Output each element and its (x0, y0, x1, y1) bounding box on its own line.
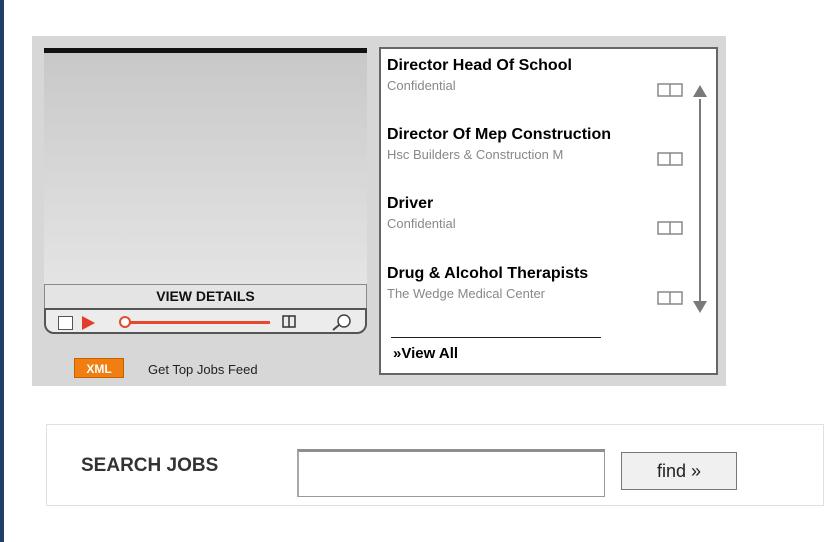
top-jobs-feed-link[interactable]: Get Top Jobs Feed (148, 362, 258, 377)
magnifier-icon[interactable] (320, 312, 356, 332)
book-icon[interactable] (657, 221, 683, 235)
player-controls (44, 308, 367, 334)
job-item[interactable]: Director Head Of School Confidential (387, 57, 687, 93)
video-player: VIEW DETAILS (44, 48, 367, 334)
job-list: Director Head Of School Confidential Dir… (379, 47, 718, 375)
progress-knob[interactable] (119, 316, 131, 328)
arrow-up-icon[interactable] (693, 85, 707, 97)
book-icon[interactable] (657, 152, 683, 166)
stop-icon[interactable] (58, 316, 73, 330)
job-title[interactable]: Director Of Mep Construction (387, 126, 687, 144)
left-border (0, 0, 4, 542)
job-company: The Wedge Medical Center (387, 286, 546, 301)
job-item[interactable]: Driver Confidential (387, 195, 687, 231)
search-jobs-label: SEARCH JOBS (81, 455, 219, 476)
job-title[interactable]: Driver (387, 195, 687, 213)
job-title[interactable]: Drug & Alcohol Therapists (387, 265, 687, 283)
list-divider (391, 337, 601, 338)
top-jobs-widget: VIEW DETAILS XML Get Top Jobs Feed Direc… (32, 36, 726, 386)
job-company: Hsc Builders & Construction M (387, 147, 564, 162)
play-icon[interactable] (82, 316, 95, 330)
book-icon[interactable] (657, 83, 683, 97)
video-screen[interactable] (44, 48, 367, 284)
scroll-track[interactable] (699, 99, 701, 301)
job-company: Confidential (387, 78, 456, 93)
xml-feed-badge[interactable]: XML (74, 358, 124, 378)
book-icon[interactable] (657, 291, 683, 305)
arrow-down-icon[interactable] (693, 301, 707, 313)
search-input[interactable] (297, 449, 605, 497)
book-icon[interactable] (282, 315, 296, 330)
progress-track[interactable] (128, 321, 270, 324)
find-button[interactable]: find » (621, 452, 737, 490)
search-jobs-panel: SEARCH JOBS find » (46, 424, 824, 506)
view-all-link[interactable]: »View All (393, 345, 458, 362)
job-title[interactable]: Director Head Of School (387, 57, 687, 75)
job-company: Confidential (387, 216, 456, 231)
view-details-button[interactable]: VIEW DETAILS (44, 284, 367, 308)
job-item[interactable]: Director Of Mep Construction Hsc Builder… (387, 126, 687, 162)
job-item[interactable]: Drug & Alcohol Therapists The Wedge Medi… (387, 265, 687, 301)
